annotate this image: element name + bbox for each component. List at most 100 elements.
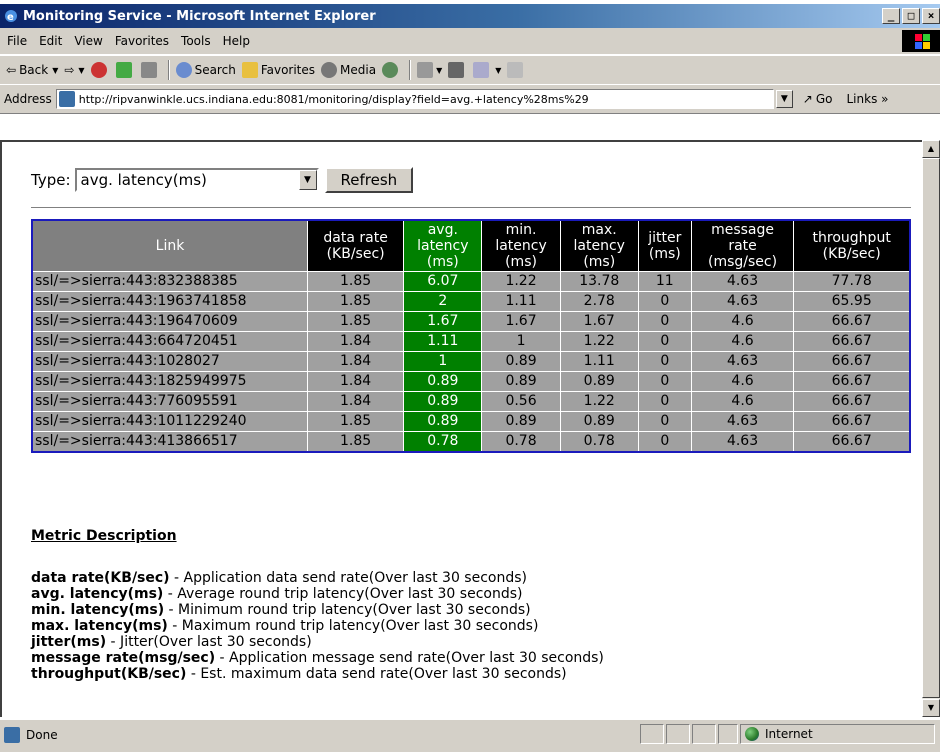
- metric-name: avg. latency(ms): [31, 586, 164, 602]
- status-cell: [666, 724, 690, 744]
- metric-name: throughput(KB/sec): [31, 666, 187, 682]
- divider: [31, 207, 911, 209]
- links-button[interactable]: Links »: [847, 92, 889, 106]
- page-done-icon: [4, 727, 20, 743]
- cell-avg-latency: 1.11: [403, 331, 483, 352]
- zone-label: Internet: [765, 727, 813, 741]
- cell-max-latency: 0.78: [559, 431, 639, 453]
- window-controls: _ □ ×: [882, 8, 940, 24]
- windows-logo-icon: [902, 30, 940, 52]
- close-button[interactable]: ×: [922, 8, 940, 24]
- stop-button[interactable]: [90, 62, 110, 78]
- discuss-icon: [507, 62, 524, 78]
- chevron-down-icon: ▼: [298, 170, 317, 190]
- search-label: Search: [194, 63, 236, 77]
- cell-data-rate: 1.85: [306, 291, 405, 312]
- refresh-button[interactable]: Refresh: [324, 167, 414, 193]
- table-row: ssl/=>sierra:443:413866517 1.85 0.78 0.78 0.…: [31, 431, 911, 453]
- menu-favorites[interactable]: Favorites: [115, 34, 169, 48]
- cell-jitter: 0: [637, 391, 692, 412]
- cell-max-latency: 0.89: [559, 411, 639, 432]
- edit-button[interactable]: ▼: [473, 62, 501, 78]
- back-arrow-icon: ⇦: [6, 63, 17, 77]
- home-icon: [140, 62, 157, 78]
- go-button[interactable]: ↗ Go: [803, 92, 833, 106]
- menu-edit[interactable]: Edit: [39, 34, 62, 48]
- cell-min-latency: 0.89: [481, 371, 561, 392]
- address-dropdown-button[interactable]: ▼: [775, 90, 793, 108]
- cell-min-latency: 0.78: [481, 431, 561, 453]
- star-icon: [241, 62, 258, 78]
- cell-link: ssl/=>sierra:443:1028027: [31, 351, 308, 372]
- menu-help[interactable]: Help: [223, 34, 250, 48]
- print-button[interactable]: [448, 62, 467, 78]
- status-cell: [640, 724, 664, 744]
- history-icon: [382, 62, 399, 78]
- type-select[interactable]: avg. latency(ms) ▼: [74, 168, 319, 192]
- cell-link: ssl/=>sierra:443:1963741858: [31, 291, 308, 312]
- metric-name: min. latency(ms): [31, 602, 165, 618]
- header-min-latency: min. latency (ms): [481, 219, 561, 272]
- cell-min-latency: 1: [481, 331, 561, 352]
- toolbar: ⇦ Back ▼ ⇨ ▼ Search Favorites Media ▼ ▼: [0, 55, 940, 85]
- cell-throughput: 77.78: [793, 271, 911, 292]
- cell-min-latency: 0.89: [481, 411, 561, 432]
- vertical-scrollbar[interactable]: ▲ ▼: [922, 140, 940, 717]
- cell-jitter: 0: [637, 351, 692, 372]
- table-header-row: Link data rate (KB/sec) avg. latency (ms) m…: [31, 219, 911, 272]
- scroll-down-button[interactable]: ▼: [922, 699, 940, 717]
- mail-button[interactable]: ▼: [417, 62, 442, 78]
- cell-link: ssl/=>sierra:443:776095591: [31, 391, 308, 412]
- status-text: Done: [26, 728, 58, 742]
- menu-view[interactable]: View: [74, 34, 102, 48]
- cell-data-rate: 1.84: [306, 331, 405, 352]
- menu-file[interactable]: File: [7, 34, 27, 48]
- scroll-thumb[interactable]: [922, 158, 940, 698]
- chevron-down-icon: ▼: [436, 65, 443, 75]
- back-button[interactable]: ⇦ Back ▼: [6, 63, 58, 77]
- cell-message-rate: 4.63: [690, 271, 795, 292]
- history-button[interactable]: [382, 62, 401, 78]
- cell-throughput: 66.67: [793, 431, 911, 453]
- table-row: ssl/=>sierra:443:1028027 1.84 1 0.89 1.11 0 4.…: [31, 351, 911, 372]
- cell-throughput: 66.67: [793, 311, 911, 332]
- status-done: Done: [4, 724, 58, 746]
- table-row: ssl/=>sierra:443:196470609 1.85 1.67 1.67 1.…: [31, 311, 911, 332]
- menu-tools[interactable]: Tools: [181, 34, 211, 48]
- cell-max-latency: 1.22: [559, 331, 639, 352]
- cell-message-rate: 4.6: [690, 331, 795, 352]
- cell-link: ssl/=>sierra:443:196470609: [31, 311, 308, 332]
- search-button[interactable]: Search: [175, 62, 236, 78]
- cell-message-rate: 4.6: [690, 391, 795, 412]
- cell-link: ssl/=>sierra:443:413866517: [31, 431, 308, 453]
- page-content: Type: avg. latency(ms) ▼ Refresh Link da…: [0, 140, 922, 717]
- cell-max-latency: 13.78: [559, 271, 639, 292]
- chevron-down-icon: ▼: [495, 65, 502, 75]
- mail-icon: [417, 62, 434, 78]
- forward-button[interactable]: ⇨ ▼: [64, 63, 84, 77]
- cell-jitter: 11: [637, 271, 692, 292]
- home-button[interactable]: [140, 62, 160, 78]
- metric-item: throughput(KB/sec) - Est. maximum data s…: [31, 666, 604, 682]
- media-button[interactable]: Media: [321, 62, 376, 78]
- table-row: ssl/=>sierra:443:664720451 1.84 1.11 1 1.22 0…: [31, 331, 911, 352]
- discuss-button[interactable]: [507, 62, 526, 78]
- cell-min-latency: 0.89: [481, 351, 561, 372]
- cell-data-rate: 1.84: [306, 371, 405, 392]
- address-input[interactable]: http://ripvanwinkle.ucs.indiana.edu:8081…: [55, 89, 774, 109]
- cell-max-latency: 1.67: [559, 311, 639, 332]
- cell-message-rate: 4.6: [690, 311, 795, 332]
- header-message-rate: message rate (msg/sec): [690, 219, 795, 272]
- metrics-table: Link data rate (KB/sec) avg. latency (ms) m…: [31, 219, 911, 453]
- cell-avg-latency: 0.89: [403, 391, 483, 412]
- cell-max-latency: 0.89: [559, 371, 639, 392]
- minimize-button[interactable]: _: [882, 8, 900, 24]
- refresh-page-button[interactable]: [115, 62, 135, 78]
- favorites-button[interactable]: Favorites: [241, 62, 315, 78]
- scroll-up-button[interactable]: ▲: [922, 140, 940, 158]
- cell-avg-latency: 0.78: [403, 431, 483, 453]
- cell-link: ssl/=>sierra:443:1011229240: [31, 411, 308, 432]
- maximize-button[interactable]: □: [902, 8, 920, 24]
- metric-desc: - Est. maximum data send rate(Over last …: [186, 666, 567, 682]
- address-label: Address: [4, 92, 52, 106]
